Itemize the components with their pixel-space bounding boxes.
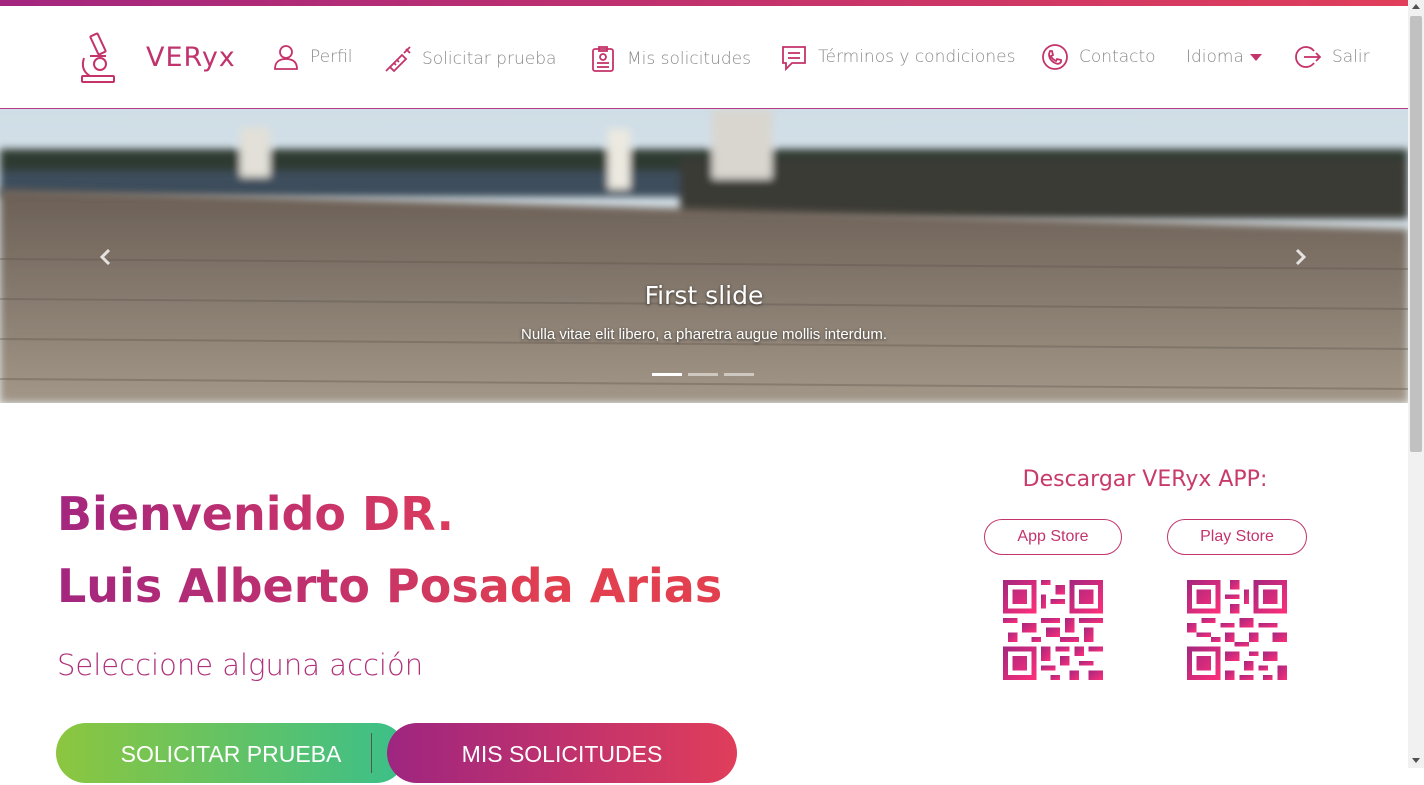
welcome-heading: Bienvenido DR. Luis Alberto Posada Arias [57,478,722,622]
chevron-left-icon [99,248,111,266]
mis-solicitudes-button[interactable]: MIS SOLICITUDES [387,723,737,783]
microscope-icon[interactable] [76,30,120,86]
welcome-line-1: Bienvenido DR. [57,478,454,550]
download-app-title: Descargar VERyx APP: [1022,467,1268,492]
nav-solicitar-prueba[interactable]: Solicitar prueba [384,44,556,74]
nav-perfil-label: Perfil [310,47,353,67]
carousel-indicator-1[interactable] [652,373,682,376]
scroll-down-arrow-icon[interactable] [1412,758,1420,763]
button-divider [371,733,372,773]
caret-down-icon [1249,53,1262,61]
nav-mis-solicitudes[interactable]: Mis solicitudes [589,44,751,74]
phone-icon [1041,43,1069,71]
action-prompt: Seleccione alguna acción [57,648,424,682]
carousel-prev-button[interactable] [96,247,116,267]
carousel-indicators [652,373,754,376]
slide-title: First slide [644,281,764,310]
clipboard-icon [589,45,617,73]
slide-caption: Nulla vitae elit libero, a pharetra augu… [520,326,888,343]
syringe-icon [384,45,412,73]
nav-idioma-label: Idioma [1186,47,1244,67]
carousel-next-button[interactable] [1290,247,1310,267]
nav-terminos[interactable]: Términos y condiciones [780,42,1015,72]
hero-carousel[interactable]: First slide Nulla vitae elit libero, a p… [0,109,1408,403]
nav-mis-label: Mis solicitudes [627,49,751,69]
nav-contacto-label: Contacto [1079,47,1156,67]
nav-salir[interactable]: Salir [1294,42,1370,72]
nav-terminos-label: Términos y condiciones [818,47,1016,67]
app-store-button[interactable]: App Store [984,519,1122,555]
play-store-button[interactable]: Play Store [1167,519,1307,555]
navbar: VERyx Perfil Solicitar prueba Mis solici… [0,6,1408,109]
nav-perfil[interactable]: Perfil [272,42,353,72]
brand-name[interactable]: VERyx [146,42,236,73]
logout-icon [1294,43,1322,71]
scrollbar-thumb[interactable] [1410,16,1422,452]
carousel-image [0,109,1408,403]
nav-solicitar-label: Solicitar prueba [422,49,557,69]
user-icon [272,43,300,71]
play-store-qr-code[interactable] [1187,580,1287,680]
chevron-right-icon [1295,248,1307,266]
nav-contacto[interactable]: Contacto [1041,42,1156,72]
welcome-line-2: Luis Alberto Posada Arias [57,550,722,622]
app-store-qr-code[interactable] [1003,580,1103,680]
nav-salir-label: Salir [1332,47,1370,67]
carousel-indicator-3[interactable] [724,373,754,376]
carousel-indicator-2[interactable] [688,373,718,376]
nav-idioma-dropdown[interactable]: Idioma [1186,42,1262,72]
scroll-up-arrow-icon[interactable] [1412,4,1420,9]
message-icon [780,43,808,72]
solicitar-prueba-button[interactable]: SOLICITAR PRUEBA [56,723,406,783]
